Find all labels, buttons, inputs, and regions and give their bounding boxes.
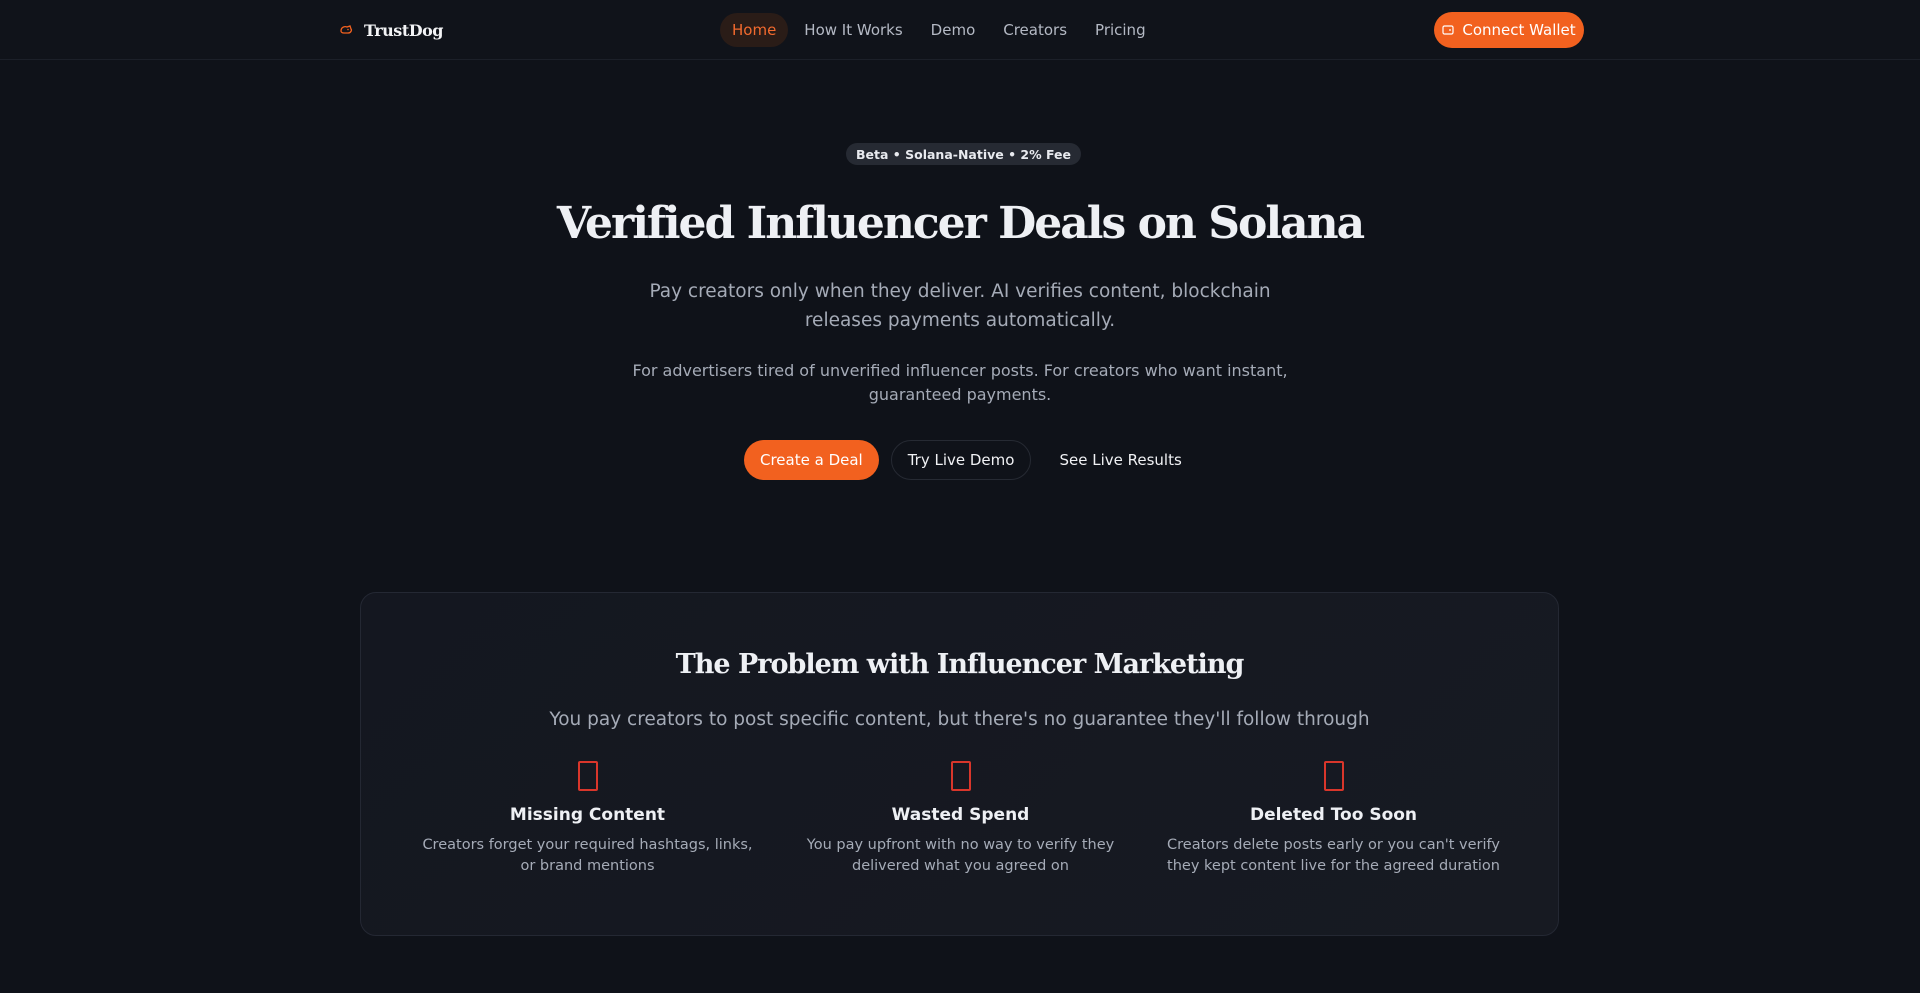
brand-logo[interactable]: TrustDog xyxy=(338,18,443,42)
create-deal-button[interactable]: Create a Deal xyxy=(744,440,879,480)
problem-item-deleted-too-soon: Deleted Too Soon Creators delete posts e… xyxy=(1147,761,1520,876)
problem-subtitle: You pay creators to post specific conten… xyxy=(549,709,1370,730)
nav-link-demo[interactable]: Demo xyxy=(919,13,988,47)
connect-wallet-button[interactable]: Connect Wallet xyxy=(1434,12,1584,48)
problem-items: Missing Content Creators forget your req… xyxy=(401,761,1520,876)
problem-item-title: Deleted Too Soon xyxy=(1249,805,1418,825)
hero-description: For advertisers tired of unverified infl… xyxy=(632,361,1288,404)
hero-title: Verified Influencer Deals on Solana xyxy=(556,198,1365,249)
status-badge: Beta • Solana-Native • 2% Fee xyxy=(846,143,1081,165)
see-live-results-link[interactable]: See Live Results xyxy=(1043,440,1197,480)
nav-links: Home How It Works Demo Creators Pricing xyxy=(720,13,1162,47)
problem-item-missing-content: Missing Content Creators forget your req… xyxy=(401,761,774,876)
connect-wallet-label: Connect Wallet xyxy=(1462,21,1576,39)
try-live-demo-button[interactable]: Try Live Demo xyxy=(890,440,1032,480)
problem-item-title: Wasted Spend xyxy=(891,805,1030,825)
missing-glyph-icon xyxy=(577,761,598,791)
missing-glyph-icon xyxy=(950,761,971,791)
top-navbar: TrustDog Home How It Works Demo Creators… xyxy=(0,0,1920,60)
problem-card: The Problem with Influencer Marketing Yo… xyxy=(360,592,1559,936)
problem-item-description: You pay upfront with no way to verify th… xyxy=(806,837,1115,874)
cta-buttons: Create a Deal Try Live Demo See Live Res… xyxy=(744,440,1198,480)
wallet-icon xyxy=(1442,25,1454,35)
hero-subtitle: Pay creators only when they deliver. AI … xyxy=(649,281,1271,331)
nav-link-home[interactable]: Home xyxy=(720,13,789,47)
problem-item-description: Creators delete posts early or you can't… xyxy=(1167,837,1500,874)
problem-item-title: Missing Content xyxy=(509,805,666,825)
dog-icon xyxy=(340,25,353,34)
nav-link-how-it-works[interactable]: How It Works xyxy=(792,13,914,47)
problem-title: The Problem with Influencer Marketing xyxy=(675,649,1245,680)
missing-glyph-icon xyxy=(1323,761,1344,791)
nav-link-creators[interactable]: Creators xyxy=(991,13,1079,47)
problem-item-wasted-spend: Wasted Spend You pay upfront with no way… xyxy=(774,761,1147,876)
problem-item-description: Creators forget your required hashtags, … xyxy=(422,837,753,874)
brand-name: TrustDog xyxy=(364,20,443,40)
nav-link-pricing[interactable]: Pricing xyxy=(1083,13,1158,47)
